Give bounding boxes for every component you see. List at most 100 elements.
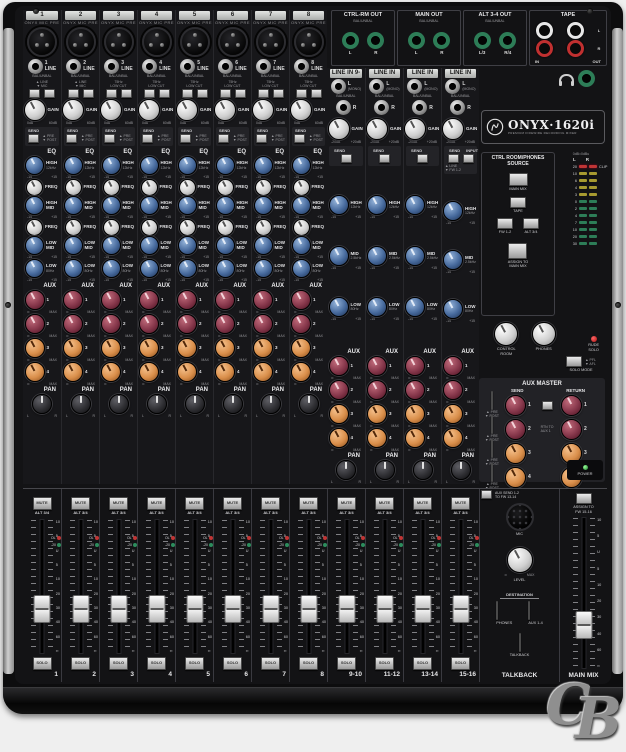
aux-send-3-knob[interactable] [177, 338, 197, 358]
gain-knob[interactable] [252, 99, 274, 121]
eq-freq-knob[interactable] [65, 219, 82, 236]
aux-send-3-knob[interactable] [253, 338, 273, 358]
aux-send-3-knob[interactable] [63, 338, 83, 358]
aux-master-send-1-knob[interactable] [505, 395, 526, 416]
eq-freq-knob[interactable] [255, 179, 272, 196]
fader-cap[interactable] [376, 595, 393, 623]
send-pre-post-switch[interactable] [341, 154, 352, 163]
aux-send-1-knob[interactable] [405, 356, 425, 376]
pan-knob[interactable] [299, 394, 319, 414]
aux-send-3-knob[interactable] [367, 404, 387, 424]
aux-send-4-knob[interactable] [291, 362, 311, 382]
aux-send-3-knob[interactable] [25, 338, 45, 358]
pan-knob[interactable] [185, 394, 205, 414]
gain-knob[interactable] [290, 99, 312, 121]
gain-knob[interactable] [24, 99, 46, 121]
eq-low-mid-knob[interactable] [292, 236, 311, 255]
aux-send-4-knob[interactable] [405, 428, 425, 448]
solo-button[interactable]: SOLO [223, 657, 242, 670]
aux-send-3-knob[interactable] [215, 338, 235, 358]
solo-button[interactable]: SOLO [33, 657, 52, 670]
eq-freq-knob[interactable] [26, 179, 43, 196]
gain-knob[interactable] [138, 99, 160, 121]
mute-button[interactable]: MUTE [71, 497, 90, 510]
eq-freq-knob[interactable] [179, 219, 196, 236]
solo-button[interactable]: SOLO [413, 657, 432, 670]
solo-button[interactable]: SOLO [299, 657, 318, 670]
rtn-to-aux1-button[interactable] [542, 401, 553, 410]
send-pre-post-switch[interactable] [417, 154, 428, 163]
aux-send-4-knob[interactable] [101, 362, 121, 382]
fader-cap[interactable] [72, 595, 89, 623]
eq-freq-knob[interactable] [26, 219, 43, 236]
eq-low-mid-knob[interactable] [64, 236, 83, 255]
eq-high-knob[interactable] [292, 156, 311, 175]
eq-high-mid-knob[interactable] [102, 196, 121, 215]
aux-master-send-2-knob[interactable] [505, 419, 526, 440]
pan-knob[interactable] [32, 394, 52, 414]
mute-button[interactable]: MUTE [185, 497, 204, 510]
solo-button[interactable]: SOLO [261, 657, 280, 670]
mute-button[interactable]: MUTE [33, 497, 52, 510]
gain-knob[interactable] [176, 99, 198, 121]
aux-send-2-knob[interactable] [329, 380, 349, 400]
fader-cap[interactable] [300, 595, 317, 623]
eq-mid-knob[interactable] [367, 246, 387, 266]
eq-freq-knob[interactable] [103, 219, 120, 236]
aux-send-4-knob[interactable] [367, 428, 387, 448]
fader-cap[interactable] [186, 595, 203, 623]
mute-button[interactable]: MUTE [413, 497, 432, 510]
solo-button[interactable]: SOLO [109, 657, 128, 670]
channel-option-switch[interactable] [311, 89, 322, 98]
aux-send-1-knob[interactable] [329, 356, 349, 376]
send-pre-post-switch[interactable] [28, 134, 39, 143]
eq-high-mid-knob[interactable] [254, 196, 273, 215]
eq-high-knob[interactable] [254, 156, 273, 175]
channel-option-switch[interactable] [235, 89, 246, 98]
pan-knob[interactable] [336, 460, 356, 480]
channel-option-switch[interactable] [44, 89, 55, 98]
low-cut-switch[interactable] [258, 89, 269, 98]
aux-send-4-knob[interactable] [215, 362, 235, 382]
eq-high-mid-knob[interactable] [25, 196, 44, 215]
aux-send-2-knob[interactable] [215, 314, 235, 334]
aux-send-2-knob[interactable] [25, 314, 45, 334]
mute-button[interactable]: MUTE [109, 497, 128, 510]
eq-low-knob[interactable] [216, 259, 235, 278]
aux-send-4-knob[interactable] [253, 362, 273, 382]
phones-dest-button[interactable] [496, 601, 498, 620]
eq-freq-knob[interactable] [255, 219, 272, 236]
assign-to-fw-button[interactable] [576, 493, 592, 504]
send-pre-post-switch[interactable] [379, 154, 390, 163]
eq-low-knob[interactable] [329, 297, 349, 317]
fader-cap[interactable] [452, 595, 469, 623]
fader-cap[interactable] [414, 595, 431, 623]
fader-cap[interactable] [110, 595, 127, 623]
aux-send-3-knob[interactable] [291, 338, 311, 358]
eq-high-knob[interactable] [216, 156, 235, 175]
eq-mid-knob[interactable] [329, 246, 349, 266]
solo-button[interactable]: SOLO [337, 657, 356, 670]
eq-high-mid-knob[interactable] [178, 196, 197, 215]
eq-freq-knob[interactable] [179, 179, 196, 196]
eq-low-knob[interactable] [292, 259, 311, 278]
aux-pre-post-switch[interactable] [491, 463, 493, 482]
fader-cap[interactable] [224, 595, 241, 623]
send-pre-post-switch[interactable] [104, 134, 115, 143]
pan-knob[interactable] [223, 394, 243, 414]
aux-send-1-knob[interactable] [63, 290, 83, 310]
aux-send-3-knob[interactable] [329, 404, 349, 424]
pan-knob[interactable] [413, 460, 433, 480]
source-main-mix-button[interactable] [509, 173, 528, 186]
low-cut-switch[interactable] [296, 89, 307, 98]
low-cut-switch[interactable] [106, 89, 117, 98]
eq-freq-knob[interactable] [293, 219, 310, 236]
aux-send-1-knob[interactable] [177, 290, 197, 310]
aux-pre-post-switch[interactable] [491, 391, 493, 410]
aux-send-1-knob[interactable] [139, 290, 159, 310]
aux14-dest-button[interactable] [528, 601, 530, 620]
pan-knob[interactable] [109, 394, 129, 414]
eq-low-knob[interactable] [443, 299, 463, 319]
pan-knob[interactable] [147, 394, 167, 414]
gain-knob[interactable] [62, 99, 84, 121]
